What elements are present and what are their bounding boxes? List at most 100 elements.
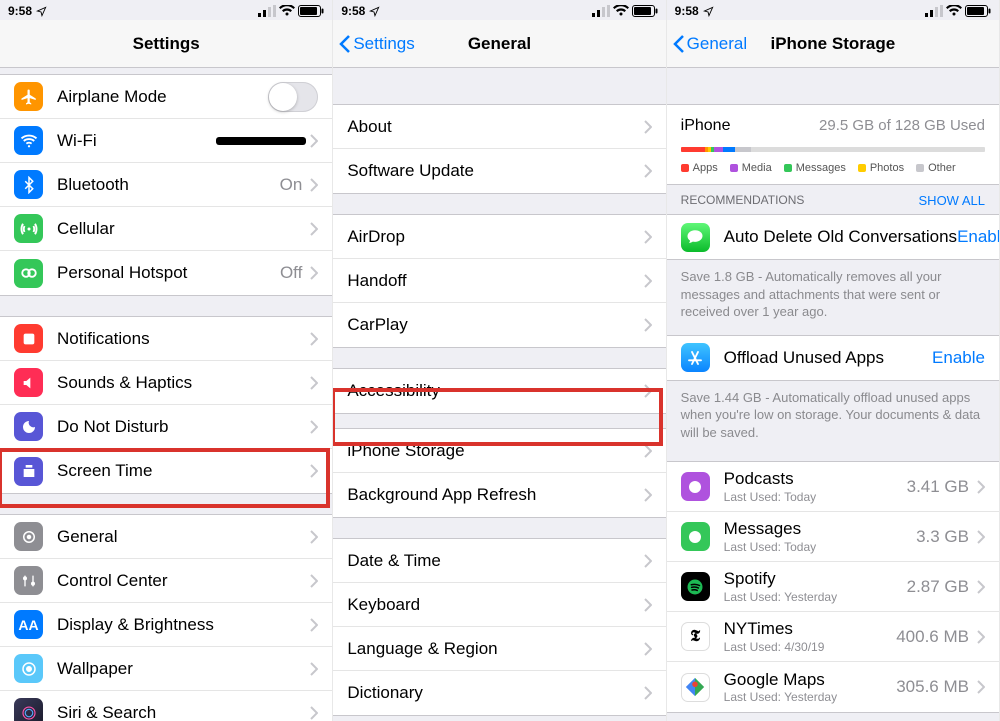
group-radios: Airplane Mode Wi-Fi Bluetooth On — [0, 74, 332, 296]
app-label: Messages — [724, 519, 916, 539]
cell-label: Personal Hotspot — [57, 263, 280, 283]
cell-personal-hotspot[interactable]: Personal Hotspot Off — [0, 251, 332, 295]
status-bar: 9:58 — [667, 0, 999, 20]
cell-accessibility[interactable]: Accessibility — [333, 369, 665, 413]
cell-sounds-haptics[interactable]: Sounds & Haptics — [0, 361, 332, 405]
group-accessibility: Accessibility — [333, 368, 665, 414]
chevron-right-icon — [644, 318, 652, 332]
appstore-icon — [681, 343, 710, 372]
cell-screen-time[interactable]: Screen Time — [0, 449, 332, 493]
chevron-right-icon — [310, 464, 318, 478]
chevron-right-icon — [644, 274, 652, 288]
chevron-right-icon — [310, 134, 318, 148]
show-all-link[interactable]: SHOW ALL — [919, 193, 985, 208]
app-row-podcasts[interactable]: PodcastsLast Used: Today3.41 GB — [667, 462, 999, 512]
chevron-right-icon — [977, 630, 985, 644]
cell-carplay[interactable]: CarPlay — [333, 303, 665, 347]
chevron-right-icon — [310, 420, 318, 434]
group-storage: iPhone Storage Background App Refresh — [333, 428, 665, 518]
back-button[interactable]: Settings — [339, 34, 414, 54]
cell-display-brightness[interactable]: AA Display & Brightness — [0, 603, 332, 647]
rec-auto-delete[interactable]: Auto Delete Old Conversations Enable — [667, 215, 999, 259]
podcasts-icon — [681, 472, 710, 501]
status-right — [925, 5, 991, 17]
wallpaper-icon — [14, 654, 43, 683]
storage-bar — [681, 147, 985, 152]
cell-control-center[interactable]: Control Center — [0, 559, 332, 603]
cell-airplane-mode[interactable]: Airplane Mode — [0, 75, 332, 119]
spotify-icon — [681, 572, 710, 601]
chevron-right-icon — [310, 662, 318, 676]
chevron-right-icon — [310, 266, 318, 280]
enable-link[interactable]: Enable — [932, 348, 985, 368]
cell-handoff[interactable]: Handoff — [333, 259, 665, 303]
app-size: 400.6 MB — [896, 627, 969, 647]
airplane-toggle[interactable] — [268, 82, 318, 112]
back-label: General — [687, 34, 747, 54]
messages-icon — [681, 223, 710, 252]
bluetooth-icon — [14, 170, 43, 199]
app-row-google-maps[interactable]: Google MapsLast Used: Yesterday305.6 MB — [667, 662, 999, 712]
chevron-right-icon — [310, 222, 318, 236]
chevron-right-icon — [644, 164, 652, 178]
legend-item: Other — [916, 162, 956, 174]
rec-2: Offload Unused Apps Enable — [667, 335, 999, 381]
wifi-icon — [14, 126, 43, 155]
cell-bluetooth[interactable]: Bluetooth On — [0, 163, 332, 207]
cellular-icon — [14, 214, 43, 243]
cell-notifications[interactable]: Notifications — [0, 317, 332, 361]
status-bar: 9:58 — [333, 0, 665, 20]
cell-label: Airplane Mode — [57, 87, 268, 107]
cell-label: Sounds & Haptics — [57, 373, 310, 393]
chevron-right-icon — [977, 580, 985, 594]
app-row-nytimes[interactable]: 𝕿NYTimesLast Used: 4/30/19400.6 MB — [667, 612, 999, 662]
apps-list: PodcastsLast Used: Today3.41 GBMessagesL… — [667, 461, 999, 713]
chevron-right-icon — [310, 618, 318, 632]
app-size: 3.3 GB — [916, 527, 969, 547]
cell-language-region[interactable]: Language & Region — [333, 627, 665, 671]
app-label: Google Maps — [724, 670, 897, 690]
cell-label: Notifications — [57, 329, 310, 349]
status-right — [592, 5, 658, 17]
back-button[interactable]: General — [673, 34, 747, 54]
nav-title: General — [468, 34, 531, 54]
enable-link[interactable]: Enable — [957, 227, 999, 247]
airplane-icon — [14, 82, 43, 111]
cell-label: Bluetooth — [57, 175, 280, 195]
cell-airdrop[interactable]: AirDrop — [333, 215, 665, 259]
cell-cellular[interactable]: Cellular — [0, 207, 332, 251]
siri-icon — [14, 698, 43, 721]
cell-wallpaper[interactable]: Wallpaper — [0, 647, 332, 691]
rec-offload-apps[interactable]: Offload Unused Apps Enable — [667, 336, 999, 380]
cell-detail: Off — [280, 263, 302, 283]
nav-title: Settings — [133, 34, 200, 54]
chevron-right-icon — [644, 598, 652, 612]
status-right — [258, 5, 324, 17]
chevron-right-icon — [310, 376, 318, 390]
storage-device: iPhone — [681, 117, 731, 135]
panel-settings: 9:58 Settings Airplane Mode — [0, 0, 333, 721]
app-size: 3.41 GB — [907, 477, 969, 497]
app-row-messages[interactable]: MessagesLast Used: Today3.3 GB — [667, 512, 999, 562]
sounds-icon — [14, 368, 43, 397]
cell-siri-search[interactable]: Siri & Search — [0, 691, 332, 721]
cell-dictionary[interactable]: Dictionary — [333, 671, 665, 715]
cell-software-update[interactable]: Software Update — [333, 149, 665, 193]
group-general: General Control Center AA Display & Brig… — [0, 514, 332, 721]
cell-wifi[interactable]: Wi-Fi — [0, 119, 332, 163]
status-time: 9:58 — [8, 4, 32, 18]
cell-date-time[interactable]: Date & Time — [333, 539, 665, 583]
app-row-spotify[interactable]: SpotifyLast Used: Yesterday2.87 GB — [667, 562, 999, 612]
cell-keyboard[interactable]: Keyboard — [333, 583, 665, 627]
rec-2-desc: Save 1.44 GB - Automatically offload unu… — [667, 381, 999, 456]
cell-do-not-disturb[interactable]: Do Not Disturb — [0, 405, 332, 449]
hotspot-icon — [14, 259, 43, 288]
cell-label: Wallpaper — [57, 659, 310, 679]
cell-about[interactable]: About — [333, 105, 665, 149]
cell-general[interactable]: General — [0, 515, 332, 559]
cell-background-app-refresh[interactable]: Background App Refresh — [333, 473, 665, 517]
cell-iphone-storage[interactable]: iPhone Storage — [333, 429, 665, 473]
rec-1-desc: Save 1.8 GB - Automatically removes all … — [667, 260, 999, 335]
storage-summary: iPhone 29.5 GB of 128 GB Used AppsMediaM… — [667, 104, 999, 185]
legend-item: Media — [730, 162, 772, 174]
